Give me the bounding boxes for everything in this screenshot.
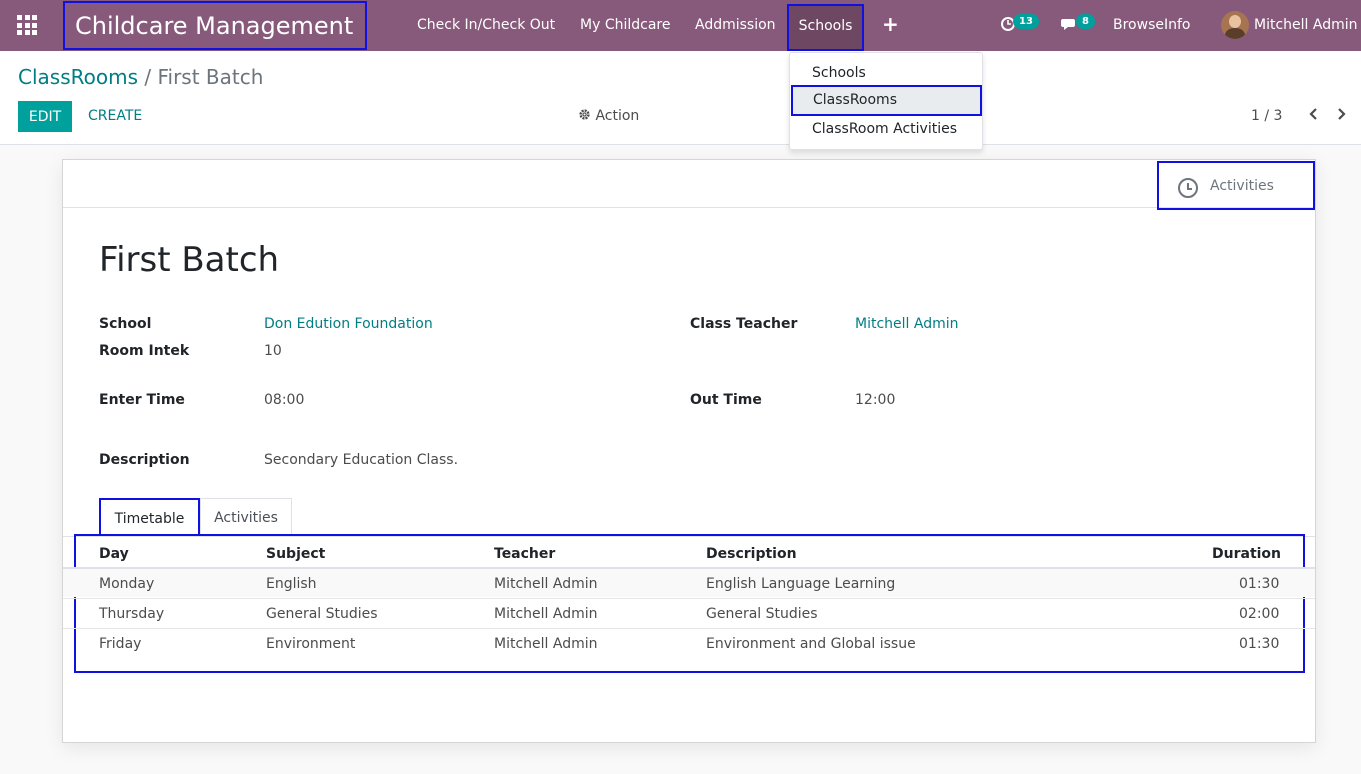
column-header-subject[interactable]: Subject [266,546,325,562]
pager-value[interactable]: 1 / 3 [1251,108,1282,124]
sheet-button-box [63,160,1315,208]
room-intek-label: Room Intek [99,343,190,359]
breadcrumb-current: First Batch [157,65,264,89]
activity-count-badge: 13 [1013,14,1039,29]
cell-day: Friday [99,636,142,652]
breadcrumb-separator: / [144,65,152,89]
timetable-table: Day Subject Teacher Description Duration… [63,534,1315,673]
plus-icon[interactable]: + [882,12,899,36]
cell-description: General Studies [706,606,818,622]
dropdown-item-classrooms[interactable]: ClassRooms [791,85,982,116]
table-row[interactable]: Friday Environment Mitchell Admin Enviro… [63,628,1315,658]
cell-description: Environment and Global issue [706,636,916,652]
enter-time-value: 08:00 [264,392,305,408]
description-label: Description [99,452,190,468]
school-link[interactable]: Don Edution Foundation [264,316,433,332]
chevron-right-icon[interactable] [1337,106,1347,125]
menu-admission[interactable]: Addmission [695,0,776,51]
activities-smart-button[interactable]: Activities [1157,161,1315,210]
activities-button-label: Activities [1210,178,1274,194]
chevron-left-icon[interactable] [1308,106,1318,125]
description-value: Secondary Education Class. [264,452,459,468]
breadcrumb-classrooms-link[interactable]: ClassRooms [18,65,138,89]
table-row[interactable]: Thursday General Studies Mitchell Admin … [63,598,1315,628]
record-title: First Batch [99,240,280,280]
apps-menu-icon[interactable] [17,15,37,35]
user-menu[interactable]: Mitchell Admin [1254,0,1358,51]
cell-subject: English [266,576,317,592]
cell-subject: General Studies [266,606,378,622]
action-menu[interactable]: Action [578,108,639,124]
form-sheet: Activities First Batch School Don Edutio… [62,159,1316,743]
top-navbar: Childcare Management Check In/Check Out … [0,0,1361,51]
cell-duration: 02:00 [1239,606,1280,622]
menu-my-childcare[interactable]: My Childcare [580,0,670,51]
control-panel: ClassRooms / First Batch EDIT CREATE Act… [0,51,1361,145]
gear-icon [579,109,590,120]
edit-button[interactable]: EDIT [18,101,72,132]
cell-subject: Environment [266,636,356,652]
dropdown-item-schools[interactable]: Schools [790,59,982,87]
room-intek-value: 10 [264,343,282,359]
cell-teacher: Mitchell Admin [494,576,598,592]
cell-teacher: Mitchell Admin [494,606,598,622]
schools-dropdown-menu: Schools ClassRooms ClassRoom Activities [789,52,983,150]
cell-day: Monday [99,576,155,592]
enter-time-label: Enter Time [99,392,185,408]
app-title[interactable]: Childcare Management [63,1,367,50]
tab-activities[interactable]: Activities [200,498,292,536]
table-row[interactable]: Monday English Mitchell Admin English La… [63,567,1315,597]
action-label: Action [595,108,640,124]
menu-schools[interactable]: Schools [787,4,864,51]
dropdown-item-classroom-activities[interactable]: ClassRoom Activities [790,115,982,143]
user-avatar[interactable] [1221,11,1249,39]
out-time-value: 12:00 [855,392,896,408]
clock-icon [1178,178,1198,198]
cell-day: Thursday [99,606,165,622]
cell-duration: 01:30 [1239,636,1280,652]
cell-teacher: Mitchell Admin [494,636,598,652]
menu-check-in-out[interactable]: Check In/Check Out [417,0,555,51]
school-label: School [99,316,152,332]
class-teacher-link[interactable]: Mitchell Admin [855,316,959,332]
column-header-description[interactable]: Description [706,546,797,562]
company-switcher[interactable]: BrowseInfo [1113,0,1190,51]
message-count-badge: 8 [1076,14,1095,29]
tab-timetable[interactable]: Timetable [99,498,200,536]
column-header-duration[interactable]: Duration [1212,546,1281,562]
out-time-label: Out Time [690,392,762,408]
cell-duration: 01:30 [1239,576,1280,592]
breadcrumb: ClassRooms / First Batch [18,65,263,89]
column-header-day[interactable]: Day [99,546,129,562]
column-header-teacher[interactable]: Teacher [494,546,555,562]
create-button[interactable]: CREATE [88,101,142,132]
cell-description: English Language Learning [706,576,896,592]
class-teacher-label: Class Teacher [690,316,798,332]
